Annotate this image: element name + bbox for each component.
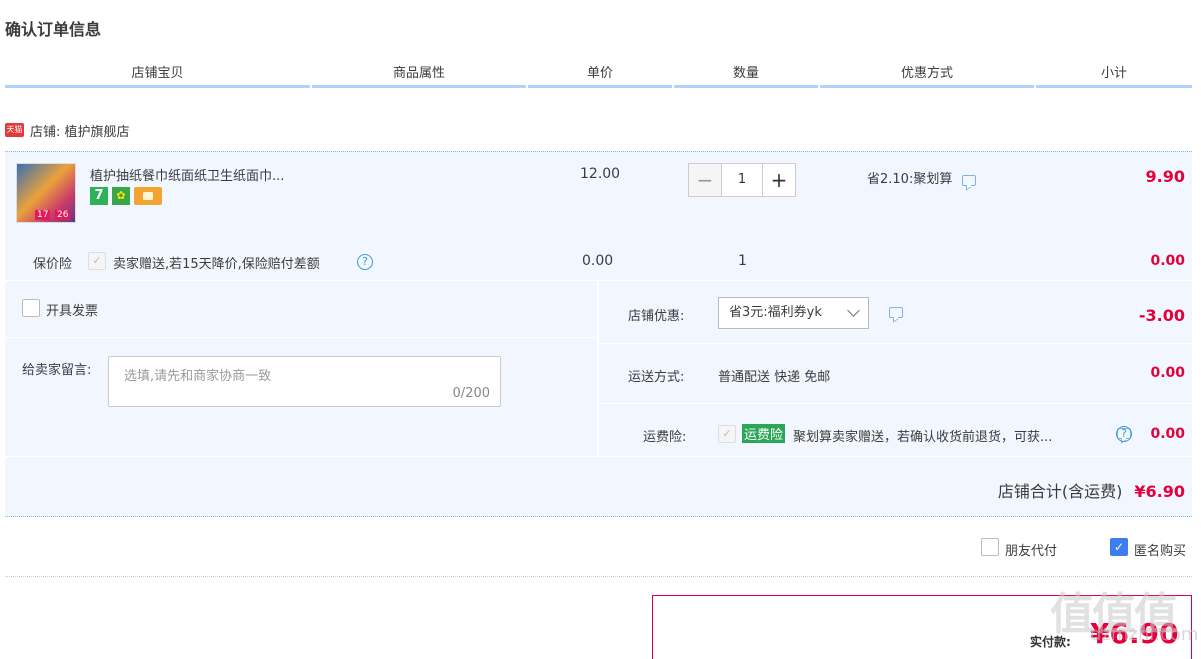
message-placeholder: 选填,请先和商家协商一致 <box>124 369 272 384</box>
shipping-value: 普通配送 快递 免邮 <box>718 370 831 385</box>
product-thumbnail[interactable]: 17 26 <box>16 163 76 223</box>
col-attributes: 商品属性 <box>312 60 526 88</box>
divider <box>599 343 1192 344</box>
message-label: 给卖家留言: <box>22 363 92 378</box>
shop-total-label: 店铺合计(含运费) <box>997 482 1123 501</box>
quantity-minus-button[interactable]: − <box>688 163 722 197</box>
insurance-label: 保价险 <box>33 257 73 272</box>
shop-total: 店铺合计(含运费) ¥6.90 <box>998 478 1185 502</box>
col-quantity: 数量 <box>674 60 818 88</box>
seven-day-return-icon: 7 <box>90 187 108 205</box>
divider <box>5 456 1192 457</box>
unit-price: 12.00 <box>580 166 621 182</box>
shop-row: 天猫 店铺: 植护旗舰店 <box>5 120 130 140</box>
message-input[interactable]: 选填,请先和商家协商一致 0/200 <box>108 356 501 407</box>
message-counter: 0/200 <box>452 386 490 401</box>
credit-card-icon <box>134 187 162 205</box>
product-badges: 7 ✿ <box>90 187 162 205</box>
col-subtotal: 小计 <box>1036 60 1192 88</box>
divider <box>599 403 1192 404</box>
friend-pay-label[interactable]: 朋友代付 <box>1005 540 1057 559</box>
shop-total-value: ¥6.90 <box>1134 482 1185 501</box>
invoice-checkbox[interactable] <box>22 299 40 317</box>
quantity-input[interactable]: 1 <box>721 163 763 197</box>
watermark-url: dzmzhi.com <box>1090 624 1199 645</box>
insurance-desc: 卖家赠送,若15天降价,保险赔付差额 <box>113 257 320 272</box>
divider <box>597 281 599 456</box>
divider <box>5 576 1192 577</box>
col-discount: 优惠方式 <box>820 60 1034 88</box>
quantity-stepper[interactable]: − 1 + <box>688 163 796 197</box>
invoice-label[interactable]: 开具发票 <box>46 300 98 319</box>
shop-discount-amount: -3.00 <box>1138 306 1185 325</box>
shop-discount-select[interactable]: 省3元:福利券yk <box>718 297 869 329</box>
divider <box>5 337 597 338</box>
thumb-tag: 17 <box>35 210 51 220</box>
insurance-subtotal: 0.00 <box>1150 253 1185 269</box>
freight-insurance-amount: 0.00 <box>1150 426 1185 442</box>
shop-discount-value: 省3元:福利券yk <box>729 305 822 320</box>
discount-method: 省2.10:聚划算 <box>867 168 977 187</box>
anonymous-checkbox[interactable]: ✓ <box>1110 538 1128 556</box>
help-icon[interactable]: ? <box>357 254 373 270</box>
chat-icon[interactable] <box>962 175 977 186</box>
freight-insurance-label: 运费险: <box>643 430 687 445</box>
chevron-down-icon <box>847 304 860 317</box>
shipping-amount: 0.00 <box>1150 365 1185 381</box>
insurance-qty: 1 <box>738 253 747 269</box>
insurance-checkbox: ✓ <box>88 252 106 270</box>
anonymous-label[interactable]: 匿名购买 <box>1134 540 1186 559</box>
col-shop-item: 店铺宝贝 <box>5 60 310 88</box>
quantity-plus-button[interactable]: + <box>762 163 796 197</box>
shipping-label: 运送方式: <box>628 370 685 385</box>
item-subtotal: 9.90 <box>1145 167 1185 186</box>
freight-insurance-checkbox: ✓ <box>718 425 736 443</box>
friend-pay-checkbox[interactable] <box>981 538 999 556</box>
chat-icon[interactable] <box>889 307 903 318</box>
insurance-price: 0.00 <box>582 253 614 269</box>
col-unit-price: 单价 <box>528 60 672 88</box>
tmall-icon: 天猫 <box>5 123 24 137</box>
guarantee-icon: ✿ <box>112 187 130 205</box>
freight-insurance-tag: 运费险 <box>742 424 786 443</box>
thumb-tag: 26 <box>55 210 71 220</box>
freight-insurance-desc: 聚划算卖家赠送，若确认收货前退货，可获... <box>793 430 1053 445</box>
page-title: 确认订单信息 <box>5 20 102 39</box>
shop-discount-label: 店铺优惠: <box>628 309 685 324</box>
discount-text: 省2.10:聚划算 <box>867 172 953 187</box>
help-icon[interactable]: ? <box>1116 426 1132 442</box>
product-name[interactable]: 植护抽纸餐巾纸面纸卫生纸面巾... <box>90 165 284 184</box>
shop-name[interactable]: 店铺: 植护旗舰店 <box>30 121 130 140</box>
